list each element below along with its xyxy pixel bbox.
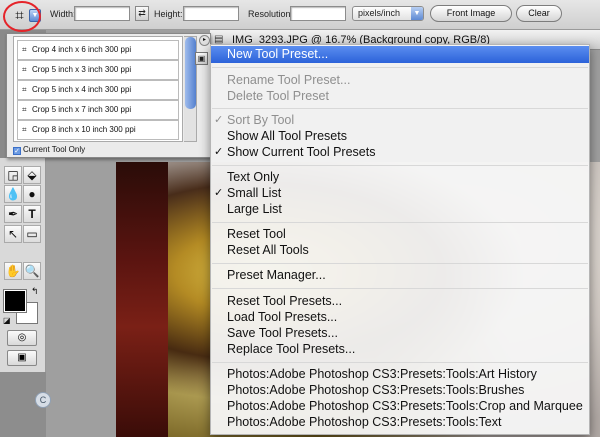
adobe-bridge-icon[interactable]: C: [35, 392, 51, 408]
menu-item-show-all-tool-presets[interactable]: Show All Tool Presets: [211, 128, 589, 145]
paint-bucket-tool-icon[interactable]: ⬙: [23, 166, 41, 184]
hand-tool-icon[interactable]: ✋: [4, 262, 22, 280]
checkmark-icon: ✓: [214, 187, 224, 199]
panel-side-button[interactable]: ▣: [195, 52, 208, 65]
canvas-image-region: [116, 162, 168, 437]
checkbox-checked-icon: ✓: [13, 147, 21, 155]
path-selection-tool-icon[interactable]: ↖: [4, 225, 22, 243]
preset-item[interactable]: ⌗ Crop 8 inch x 10 inch 300 ppi: [17, 120, 179, 140]
front-image-button[interactable]: Front Image: [430, 5, 512, 22]
panel-menu-button[interactable]: ▸: [199, 35, 210, 46]
menu-item-text-only[interactable]: Text Only: [211, 169, 589, 186]
scrollbar-thumb[interactable]: [185, 37, 196, 109]
menu-item-preset-text[interactable]: Photos:Adobe Photoshop CS3:Presets:Tools…: [211, 414, 589, 431]
zoom-tool-icon[interactable]: 🔍: [23, 262, 41, 280]
menu-item-replace-tool-presets[interactable]: Replace Tool Presets...: [211, 341, 589, 358]
toolbox: ◲ ⬙ 💧 ● ✒ T ↖ ▭ ✋ 🔍 ↰ ◪ ◎ ▣: [0, 158, 46, 372]
menu-item-small-list[interactable]: ✓ Small List: [211, 185, 589, 202]
menu-item-save-tool-presets[interactable]: Save Tool Presets...: [211, 325, 589, 342]
menu-item-new-tool-preset[interactable]: New Tool Preset...: [211, 46, 589, 63]
resolution-input[interactable]: [290, 6, 346, 21]
clear-button[interactable]: Clear: [516, 5, 562, 22]
preset-item[interactable]: ⌗ Crop 5 inch x 7 inch 300 ppi: [17, 100, 179, 120]
resolution-label: Resolution:: [248, 9, 294, 19]
resolution-units-select[interactable]: pixels/inch ▼: [352, 6, 424, 21]
blur-tool-icon[interactable]: 💧: [4, 185, 22, 203]
preset-item[interactable]: ⌗ Crop 5 inch x 3 inch 300 ppi: [17, 60, 179, 80]
width-input[interactable]: [74, 6, 130, 21]
tool-preset-picker[interactable]: ⌗ ▼: [6, 3, 44, 29]
menu-separator: [212, 263, 588, 264]
menu-separator: [212, 67, 588, 68]
menu-separator: [212, 288, 588, 289]
current-tool-only-label: Current Tool Only: [23, 145, 86, 154]
current-tool-only-checkbox[interactable]: ✓ Current Tool Only: [13, 145, 85, 155]
type-tool-icon[interactable]: T: [23, 205, 41, 223]
menu-item-preset-manager[interactable]: Preset Manager...: [211, 267, 589, 284]
swap-dimensions-button[interactable]: ⇄: [135, 6, 149, 21]
preset-item[interactable]: ⌗ Crop 5 inch x 4 inch 300 ppi: [17, 80, 179, 100]
chevron-down-icon: ▼: [411, 7, 423, 20]
crop-icon: ⌗: [22, 85, 27, 94]
menu-separator: [212, 165, 588, 166]
menu-item-reset-tool[interactable]: Reset Tool: [211, 226, 589, 243]
menu-item-show-current-tool-presets[interactable]: ✓ Show Current Tool Presets: [211, 144, 589, 161]
burn-tool-icon[interactable]: ●: [23, 185, 41, 203]
slice-tool-icon[interactable]: ◲: [4, 166, 22, 184]
screen-mode-button[interactable]: ▣: [7, 350, 37, 366]
foreground-color-swatch[interactable]: [3, 289, 27, 313]
preset-item[interactable]: ⌗ Crop 4 inch x 6 inch 300 ppi: [17, 40, 179, 60]
crop-icon: ⌗: [22, 105, 27, 114]
checkmark-icon: ✓: [214, 114, 224, 126]
menu-item-preset-crop-and-marquee[interactable]: Photos:Adobe Photoshop CS3:Presets:Tools…: [211, 398, 589, 415]
menu-item-delete-tool-preset[interactable]: Delete Tool Preset: [211, 88, 589, 105]
menu-item-large-list[interactable]: Large List: [211, 201, 589, 218]
preset-dropdown-arrow-icon[interactable]: ▼: [29, 9, 41, 22]
units-value: pixels/inch: [358, 8, 401, 18]
tool-presets-menu: New Tool Preset... Rename Tool Preset...…: [210, 44, 590, 435]
menu-separator: [212, 222, 588, 223]
crop-icon: ⌗: [22, 125, 27, 134]
quick-mask-button[interactable]: ◎: [7, 330, 37, 346]
pen-tool-icon[interactable]: ✒: [4, 205, 22, 223]
crop-icon: ⌗: [22, 45, 27, 54]
menu-item-preset-art-history[interactable]: Photos:Adobe Photoshop CS3:Presets:Tools…: [211, 366, 589, 383]
menu-separator: [212, 108, 588, 109]
menu-item-rename-tool-preset[interactable]: Rename Tool Preset...: [211, 72, 589, 89]
menu-item-preset-brushes[interactable]: Photos:Adobe Photoshop CS3:Presets:Tools…: [211, 382, 589, 399]
rectangle-tool-icon[interactable]: ▭: [23, 225, 41, 243]
menu-separator: [212, 362, 588, 363]
crop-icon: ⌗: [22, 65, 27, 74]
width-label: Width:: [50, 9, 76, 19]
tool-presets-panel: ⌗ Crop 4 inch x 6 inch 300 ppi ⌗ Crop 5 in…: [6, 33, 211, 158]
default-colors-icon[interactable]: ◪: [3, 316, 13, 326]
menu-item-reset-tool-presets[interactable]: Reset Tool Presets...: [211, 293, 589, 310]
menu-item-reset-all-tools[interactable]: Reset All Tools: [211, 242, 589, 259]
menu-item-load-tool-presets[interactable]: Load Tool Presets...: [211, 309, 589, 326]
swap-colors-icon[interactable]: ↰: [31, 286, 41, 296]
options-bar: ⌗ ▼ Width: ⇄ Height: Resolution: pixels/…: [0, 0, 600, 32]
height-input[interactable]: [183, 6, 239, 21]
preset-list: ⌗ Crop 4 inch x 6 inch 300 ppi ⌗ Crop 5 in…: [13, 36, 183, 142]
menu-item-sort-by-tool[interactable]: ✓ Sort By Tool: [211, 112, 589, 129]
checkmark-icon: ✓: [214, 146, 224, 158]
height-label: Height:: [154, 9, 183, 19]
crop-icon[interactable]: ⌗: [11, 7, 28, 24]
